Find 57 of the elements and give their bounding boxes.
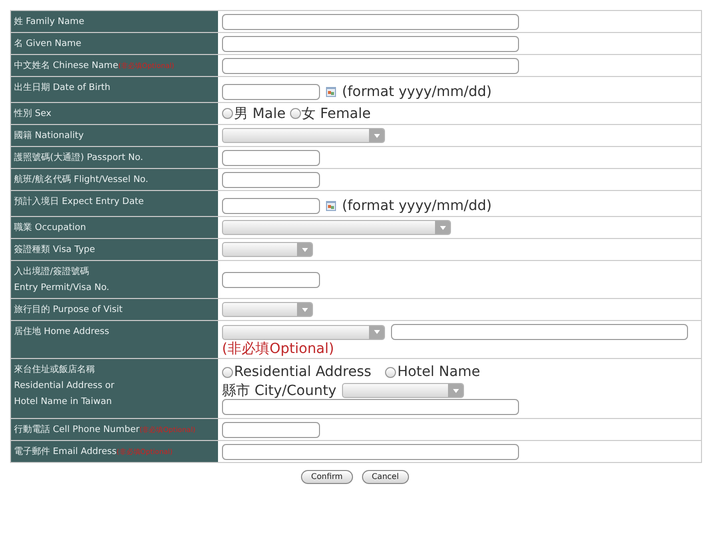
dropdown[interactable]: [222, 128, 385, 143]
field-label: 航班/航名代碼 Flight/Vessel No.: [14, 174, 148, 186]
radio-label: Hotel Name: [397, 363, 480, 382]
field-label: 預計入境日 Expect Entry Date: [14, 196, 145, 208]
field-label: 旅行目的 Purpose of Visit: [14, 304, 123, 316]
input-field[interactable]: [391, 324, 688, 340]
radio-label: 女 Female: [302, 108, 371, 120]
calendar-icon[interactable]: [326, 201, 336, 211]
form-button[interactable]: Confirm: [301, 470, 353, 484]
dropdown[interactable]: [222, 242, 313, 257]
radio-button[interactable]: [385, 366, 396, 378]
field-label: 來台住址或飯店名稱: [14, 364, 96, 377]
dropdown[interactable]: [342, 383, 464, 398]
caret-icon: [374, 134, 380, 138]
dropdown[interactable]: [222, 302, 313, 317]
input-field[interactable]: [222, 58, 519, 74]
radio-button[interactable]: [222, 366, 233, 378]
radio-button[interactable]: [290, 108, 301, 119]
city-label: 縣市 City/County: [222, 384, 336, 396]
input-field[interactable]: [222, 150, 320, 166]
caret-icon: [302, 308, 308, 312]
input-field[interactable]: [222, 84, 320, 100]
optional-note: (非必填Optional): [222, 343, 336, 355]
field-label: 職業 Occupation: [14, 222, 86, 234]
field-label: 名 Given Name: [14, 38, 82, 50]
input-field[interactable]: [222, 272, 320, 288]
field-label: 姓 Family Name: [14, 16, 84, 28]
input-field[interactable]: [222, 198, 320, 214]
field-label: 出生日期 Date of Birth: [14, 82, 112, 94]
format-hint: (format yyyy/mm/dd): [342, 200, 492, 212]
dropdown[interactable]: [222, 220, 451, 235]
field-label: 簽證種類 Visa Type: [14, 244, 96, 256]
radio-label: 男 Male: [234, 108, 286, 120]
field-label: 入出境證/簽證號碼: [14, 266, 90, 279]
dropdown[interactable]: [222, 324, 385, 340]
field-label: Residential Address or: [14, 380, 116, 393]
field-label: 居住地 Home Address: [14, 326, 110, 338]
input-field[interactable]: [222, 172, 320, 188]
input-field[interactable]: [222, 14, 519, 30]
form-button[interactable]: Cancel: [362, 470, 409, 484]
caret-icon: [440, 226, 446, 230]
caret-icon: [452, 388, 459, 392]
caret-icon: [302, 248, 308, 252]
input-field[interactable]: [222, 399, 519, 415]
field-label: 國籍 Nationality: [14, 130, 84, 142]
field-label: 護照號碼(大通證) Passport No.: [14, 152, 144, 164]
radio-label: Residential Address: [234, 363, 372, 382]
radio-button[interactable]: [222, 108, 233, 119]
input-field[interactable]: [222, 444, 519, 460]
input-field[interactable]: [222, 422, 320, 438]
field-label: 性別 Sex: [14, 108, 52, 120]
caret-icon: [374, 330, 380, 334]
format-hint: (format yyyy/mm/dd): [342, 86, 492, 98]
input-field[interactable]: [222, 36, 519, 52]
field-label: Entry Permit/Visa No.: [14, 282, 110, 295]
field-label: Hotel Name in Taiwan: [14, 396, 113, 409]
calendar-icon[interactable]: [326, 87, 336, 97]
